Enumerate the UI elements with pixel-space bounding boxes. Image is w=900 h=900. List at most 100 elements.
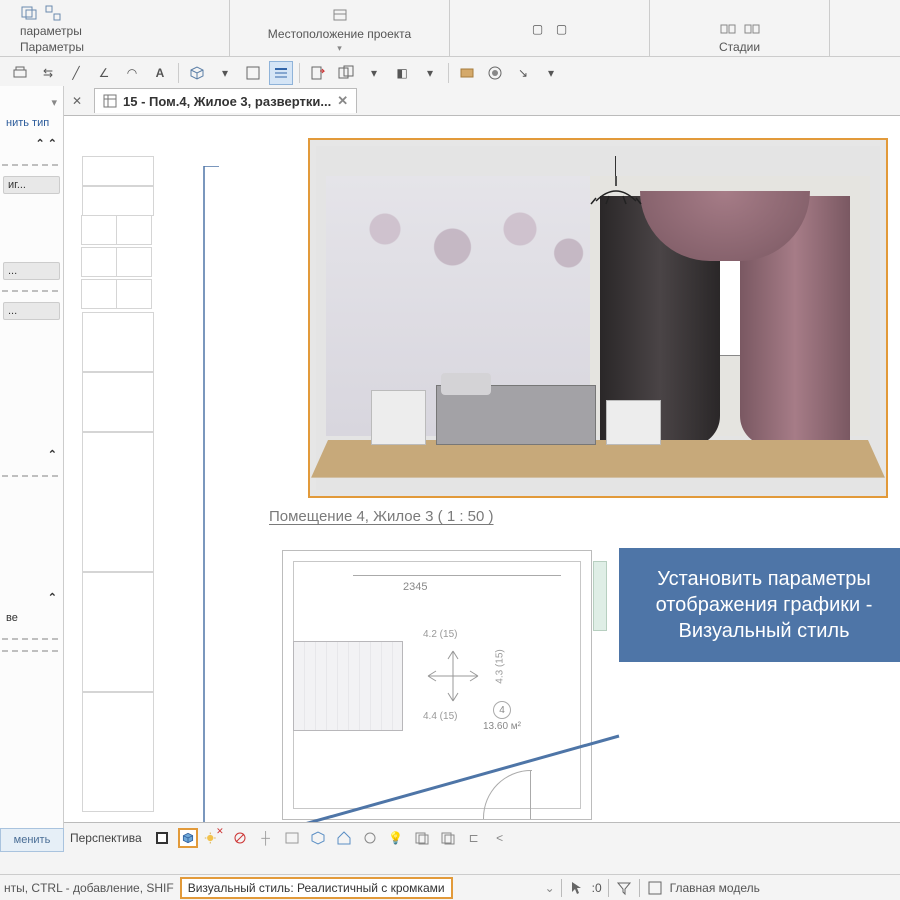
crop-visible-icon[interactable] (282, 828, 302, 848)
divider (2, 290, 58, 292)
plan-door (483, 771, 531, 819)
filter-icon[interactable] (615, 879, 633, 897)
room-box (316, 146, 880, 490)
params-icon-1[interactable] (20, 4, 38, 22)
apply-button[interactable]: менить (0, 828, 64, 852)
view-title[interactable]: Помещение 4, Жилое 3 ( 1 : 50 ) (269, 508, 494, 525)
panel-item-dots[interactable]: ... (3, 262, 60, 280)
qat-pattern-icon[interactable] (483, 61, 507, 85)
qat-ui-icon[interactable]: ▾ (418, 61, 442, 85)
qat-arc-icon[interactable]: ◠ (120, 61, 144, 85)
qat-measure-icon[interactable]: ↘ (511, 61, 535, 85)
params-label: Параметры (20, 40, 84, 54)
close-tab-icon[interactable]: ✕ (68, 94, 86, 108)
drawing-canvas[interactable]: Помещение 4, Жилое 3 ( 1 : 50 ) 4.2 (15)… (64, 116, 900, 822)
ribbon-group-mid: ▢ ▢ (450, 0, 650, 56)
model-icon[interactable] (646, 879, 664, 897)
pillow (441, 373, 491, 395)
callout-text: Установить параметры отображения графики… (656, 568, 873, 642)
qat-3d-icon[interactable] (185, 61, 209, 85)
qat-cascade-icon[interactable]: ◧ (390, 61, 414, 85)
divider (2, 638, 58, 640)
plan-cabinet (593, 561, 607, 631)
qat-align-icon[interactable]: ⇆ (36, 61, 60, 85)
divider (2, 650, 58, 652)
ribbon-group-location: Местоположение проекта ▾ (230, 0, 450, 56)
qat-tile-icon[interactable]: ▾ (362, 61, 386, 85)
reveal2-icon[interactable] (438, 828, 458, 848)
qat-dd-icon[interactable]: ▾ (539, 61, 563, 85)
view-control-bar: Перспектива ✕ ┼ 💡 ⊏ < (64, 822, 900, 852)
plan-bed (293, 641, 403, 731)
close-panel[interactable]: ▾ (0, 92, 63, 113)
separator (561, 879, 562, 897)
dim-e: 4.3 (15) (495, 649, 506, 683)
render-icon[interactable] (360, 828, 380, 848)
crop-icon[interactable]: ┼ (256, 828, 276, 848)
qat-wall-icon[interactable] (455, 61, 479, 85)
dim-n: 4.2 (15) (423, 629, 457, 640)
scale-icon[interactable] (152, 828, 172, 848)
dim-line (353, 575, 561, 576)
params-icon-2[interactable] (44, 4, 62, 22)
location-icon[interactable] (331, 7, 349, 25)
scale-label[interactable]: Перспектива (70, 831, 142, 845)
qat-thinlines-icon[interactable] (269, 61, 293, 85)
qat-line-icon[interactable]: ╱ (64, 61, 88, 85)
constraint-icon[interactable]: ⊏ (464, 828, 484, 848)
chandelier (581, 176, 651, 216)
nightstand-right (606, 400, 661, 445)
select-icon[interactable] (568, 879, 586, 897)
status-hint: нты, CTRL - добавление, SHIF (4, 881, 174, 895)
select-count: :0 (592, 881, 602, 895)
leader-arrow (189, 166, 219, 822)
qat-switch-icon[interactable] (334, 61, 358, 85)
panel-item-dots2[interactable]: ... (3, 302, 60, 320)
lock-3d-icon[interactable] (308, 828, 328, 848)
panel-header[interactable]: ⌃ ⌃ (0, 133, 63, 154)
bulb-icon[interactable]: 💡 (386, 828, 406, 848)
mid-icon-2[interactable]: ▢ (553, 20, 571, 38)
floor (311, 440, 885, 478)
stage-icon-1[interactable] (719, 20, 737, 38)
separator (639, 879, 640, 897)
panel-header-2[interactable]: ⌃ (0, 444, 63, 465)
active-tab[interactable]: 15 - Пом.4, Жилое 3, развертки... ✕ (94, 88, 357, 113)
params-sublabel: параметры (20, 24, 82, 38)
panel-header-3[interactable]: ⌃ (0, 587, 63, 608)
qat-close-icon[interactable] (306, 61, 330, 85)
separator (178, 63, 179, 83)
mid-icon-1[interactable]: ▢ (529, 20, 547, 38)
status-dropdown-icon[interactable]: ⌄ (545, 881, 555, 895)
tab-close-icon[interactable]: ✕ (337, 93, 348, 109)
edit-type-label[interactable]: нить тип (0, 113, 63, 133)
stage-icon-2[interactable] (743, 20, 761, 38)
visual-style-button[interactable] (178, 828, 198, 848)
sun-path-icon[interactable]: ✕ (204, 828, 224, 848)
house-icon[interactable] (334, 828, 354, 848)
separator (299, 63, 300, 83)
expand-left-icon[interactable]: < (490, 828, 510, 848)
qat-print-icon[interactable] (8, 61, 32, 85)
stages-label: Стадии (719, 40, 760, 54)
document-tabs: ✕ 15 - Пом.4, Жилое 3, развертки... ✕ (64, 86, 900, 116)
floor-plan: 4.2 (15) 4.3 (15) 4.4 (15) 2345 4 13.60 … (282, 550, 592, 820)
qat-section-icon[interactable] (241, 61, 265, 85)
ribbon-group-stages: Стадии (650, 0, 830, 56)
dim-s: 4.4 (15) (423, 711, 457, 722)
wallpaper-roses (331, 181, 601, 301)
elevation-grid (82, 156, 154, 822)
shadows-icon[interactable] (230, 828, 250, 848)
qat-text-icon[interactable]: A (148, 61, 172, 85)
model-label[interactable]: Главная модель (670, 881, 760, 895)
tab-title: 15 - Пом.4, Жилое 3, развертки... (123, 94, 331, 109)
location-label: Местоположение проекта (268, 27, 411, 41)
nightstand-left (371, 390, 426, 445)
dim-top: 2345 (403, 581, 427, 593)
qat-dropdown-icon[interactable]: ▾ (213, 61, 237, 85)
ribbon-group-parameters: параметры Параметры (0, 0, 230, 56)
room-area: 13.60 м² (483, 721, 521, 732)
reveal-icon[interactable] (412, 828, 432, 848)
panel-item-ig[interactable]: иг... (3, 176, 60, 194)
qat-angle-icon[interactable]: ∠ (92, 61, 116, 85)
